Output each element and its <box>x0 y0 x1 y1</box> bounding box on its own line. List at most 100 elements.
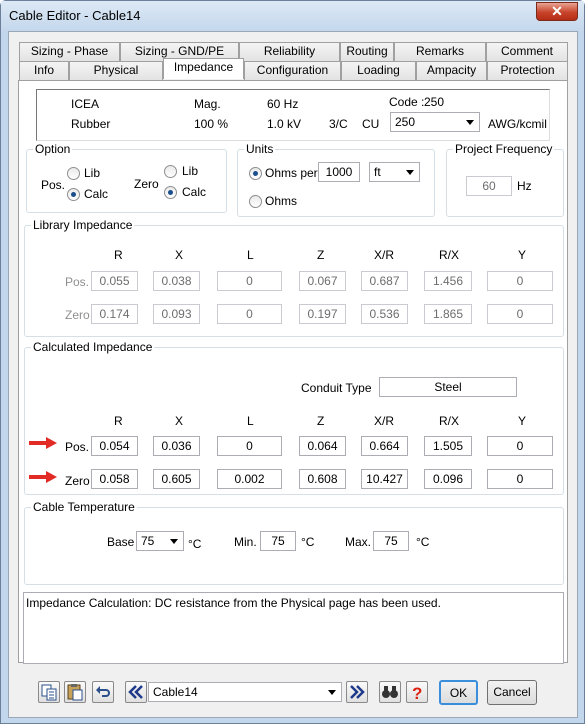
cable-info-box: ICEA Mag. 60 Hz Code : 250 Rubber 100 % … <box>36 89 550 141</box>
option-group: Option Pos. Lib Calc Zero Lib Calc <box>26 142 227 213</box>
calc-zero-y: 0 <box>487 469 553 489</box>
close-button[interactable]: ✕ <box>536 2 578 21</box>
help-icon: ? <box>412 684 422 703</box>
tab-routing[interactable]: Routing <box>340 42 394 61</box>
lib-pos-xr: 0.687 <box>361 271 408 291</box>
base-temperature-value: 75 <box>141 534 155 548</box>
next-cable-button[interactable] <box>346 681 368 703</box>
tab-physical[interactable]: Physical <box>69 61 163 80</box>
library-impedance-group: Library Impedance R X L Z X/R R/X Y Pos.… <box>24 218 564 337</box>
tab-protection[interactable]: Protection <box>487 61 568 80</box>
title-bar: Cable Editor - Cable14 ✕ <box>1 1 584 31</box>
lib-pos-rx: 1.456 <box>424 271 472 291</box>
percent-text: 100 % <box>194 117 229 131</box>
lib-pos-l: 0 <box>217 271 282 291</box>
calc-pos-l: 0 <box>217 436 282 456</box>
lib-zero-x: 0.093 <box>153 304 200 324</box>
max-unit: °C <box>416 535 430 549</box>
zero-calc-label: Calc <box>182 185 207 199</box>
tab-comment[interactable]: Comment <box>486 42 568 61</box>
min-temperature-input[interactable]: 75 <box>260 531 296 551</box>
code-label: Code : <box>389 95 425 109</box>
max-temperature-input[interactable]: 75 <box>373 531 409 551</box>
lib-pos-z: 0.067 <box>299 271 346 291</box>
message-text: Impedance Calculation: DC resistance fro… <box>26 596 441 610</box>
col-x: X <box>175 414 184 428</box>
max-label: Max. <box>345 535 372 549</box>
frequency-unit: Hz <box>517 179 532 193</box>
col-z: Z <box>317 414 325 428</box>
chevron-down-icon <box>170 539 178 544</box>
calc-pos-rx: 1.505 <box>424 436 472 456</box>
frequency-field: 60 <box>466 176 512 196</box>
col-r: R <box>114 248 123 262</box>
lib-pos-r: 0.055 <box>91 271 138 291</box>
length-input[interactable]: 1000 <box>318 162 360 182</box>
size-value: 250 <box>395 115 416 129</box>
tab-ampacity[interactable]: Ampacity <box>416 61 487 80</box>
calc-pos-y: 0 <box>487 436 553 456</box>
previous-cable-button[interactable] <box>125 681 147 703</box>
zero-lib-radio[interactable] <box>164 165 177 178</box>
lib-zero-y: 0 <box>487 304 553 324</box>
tab-reliability[interactable]: Reliability <box>239 42 340 61</box>
pos-calc-label: Calc <box>84 187 109 201</box>
cable-temperature-group: Cable Temperature Base 75 °C Min. 75 °C … <box>24 500 564 585</box>
cable-select[interactable]: Cable14 <box>148 682 342 702</box>
ohms-label: Ohms <box>265 194 298 208</box>
calc-zero-l: 0.002 <box>217 469 282 489</box>
cancel-button[interactable]: Cancel <box>487 680 537 705</box>
find-button[interactable] <box>379 681 401 703</box>
pos-lib-radio[interactable] <box>67 167 80 180</box>
lib-zero-l: 0 <box>217 304 282 324</box>
size-select[interactable]: 250 <box>390 112 480 132</box>
col-l: L <box>247 414 254 428</box>
length-unit-select[interactable]: ft <box>369 162 420 182</box>
mag-label: Mag. <box>194 97 221 111</box>
ohms-radio[interactable] <box>249 195 262 208</box>
zero-calc-radio[interactable] <box>164 186 177 199</box>
calc-pos-z: 0.064 <box>299 436 346 456</box>
pos-calc-radio[interactable] <box>67 188 80 201</box>
insulation-text: Rubber <box>71 117 111 131</box>
base-temperature-select[interactable]: 75 <box>136 531 184 551</box>
tab-configuration[interactable]: Configuration <box>244 61 341 80</box>
binoculars-icon <box>382 686 398 698</box>
calc-zero-x: 0.605 <box>153 469 200 489</box>
ok-button[interactable]: OK <box>439 680 478 705</box>
zero-label: Zero <box>134 177 159 191</box>
tab-info[interactable]: Info <box>19 61 69 80</box>
voltage-text: 1.0 kV <box>267 117 302 131</box>
min-unit: °C <box>301 535 315 549</box>
undo-icon <box>96 686 110 697</box>
calc-pos-label: Pos. <box>65 440 90 454</box>
col-xr: X/R <box>374 248 395 262</box>
calc-zero-z: 0.608 <box>299 469 346 489</box>
lib-zero-rx: 1.865 <box>424 304 472 324</box>
tab-remarks[interactable]: Remarks <box>394 42 486 61</box>
calc-pos-xr: 0.664 <box>361 436 408 456</box>
calc-zero-label: Zero <box>65 474 90 488</box>
tab-sizing-phase[interactable]: Sizing - Phase <box>19 42 120 61</box>
project-frequency-title: Project Frequency <box>453 142 555 156</box>
double-chevron-right-icon <box>350 685 365 699</box>
lib-zero-r: 0.174 <box>91 304 138 324</box>
lib-zero-label: Zero <box>65 308 90 322</box>
col-x: X <box>175 248 184 262</box>
tab-impedance[interactable]: Impedance <box>163 58 244 79</box>
col-r: R <box>114 414 123 428</box>
calc-pos-x: 0.036 <box>153 436 200 456</box>
zero-lib-label: Lib <box>182 164 199 178</box>
copy-button[interactable] <box>38 681 60 703</box>
calc-zero-xr: 10.427 <box>361 469 408 489</box>
code-value: 250 <box>424 95 445 109</box>
paste-button[interactable] <box>64 681 86 703</box>
calc-zero-r: 0.058 <box>91 469 138 489</box>
help-button[interactable]: ? <box>406 681 428 703</box>
lib-pos-y: 0 <box>487 271 553 291</box>
base-label: Base <box>107 535 135 549</box>
min-label: Min. <box>234 535 257 549</box>
ohms-per-radio[interactable] <box>249 167 262 180</box>
undo-button[interactable] <box>92 681 114 703</box>
tab-loading[interactable]: Loading <box>341 61 416 80</box>
